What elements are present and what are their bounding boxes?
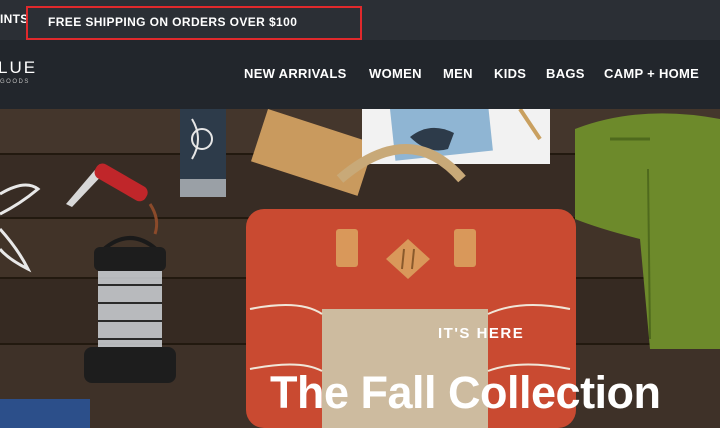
water-bottle [180, 109, 226, 197]
nav-new-arrivals[interactable]: NEW ARRIVALS [244, 66, 347, 81]
nav-camp-home[interactable]: CAMP + HOME [604, 66, 699, 81]
hero-eyebrow: IT'S HERE [438, 325, 525, 342]
promo-highlight-box: FREE SHIPPING ON ORDERS OVER $100 [26, 6, 362, 40]
main-header: LUE GOODS NEW ARRIVALS WOMEN MEN KIDS BA… [0, 40, 720, 109]
logo-subtitle: GOODS [0, 79, 30, 85]
free-shipping-promo[interactable]: FREE SHIPPING ON ORDERS OVER $100 [48, 15, 297, 29]
nav-kids[interactable]: KIDS [494, 66, 526, 81]
hero-headline[interactable]: The Fall Collection [270, 367, 661, 419]
logo-wordmark: LUE [0, 58, 38, 77]
nav-bags[interactable]: BAGS [546, 66, 585, 81]
announcement-left-text[interactable]: INTS [0, 12, 29, 26]
announcement-bar: INTS FREE SHIPPING ON ORDERS OVER $100 [0, 0, 720, 40]
hero-banner[interactable]: IT'S HERE The Fall Collection [0, 109, 720, 428]
nav-women[interactable]: WOMEN [369, 66, 422, 81]
nav-men[interactable]: MEN [443, 66, 473, 81]
blue-fabric [0, 399, 90, 428]
